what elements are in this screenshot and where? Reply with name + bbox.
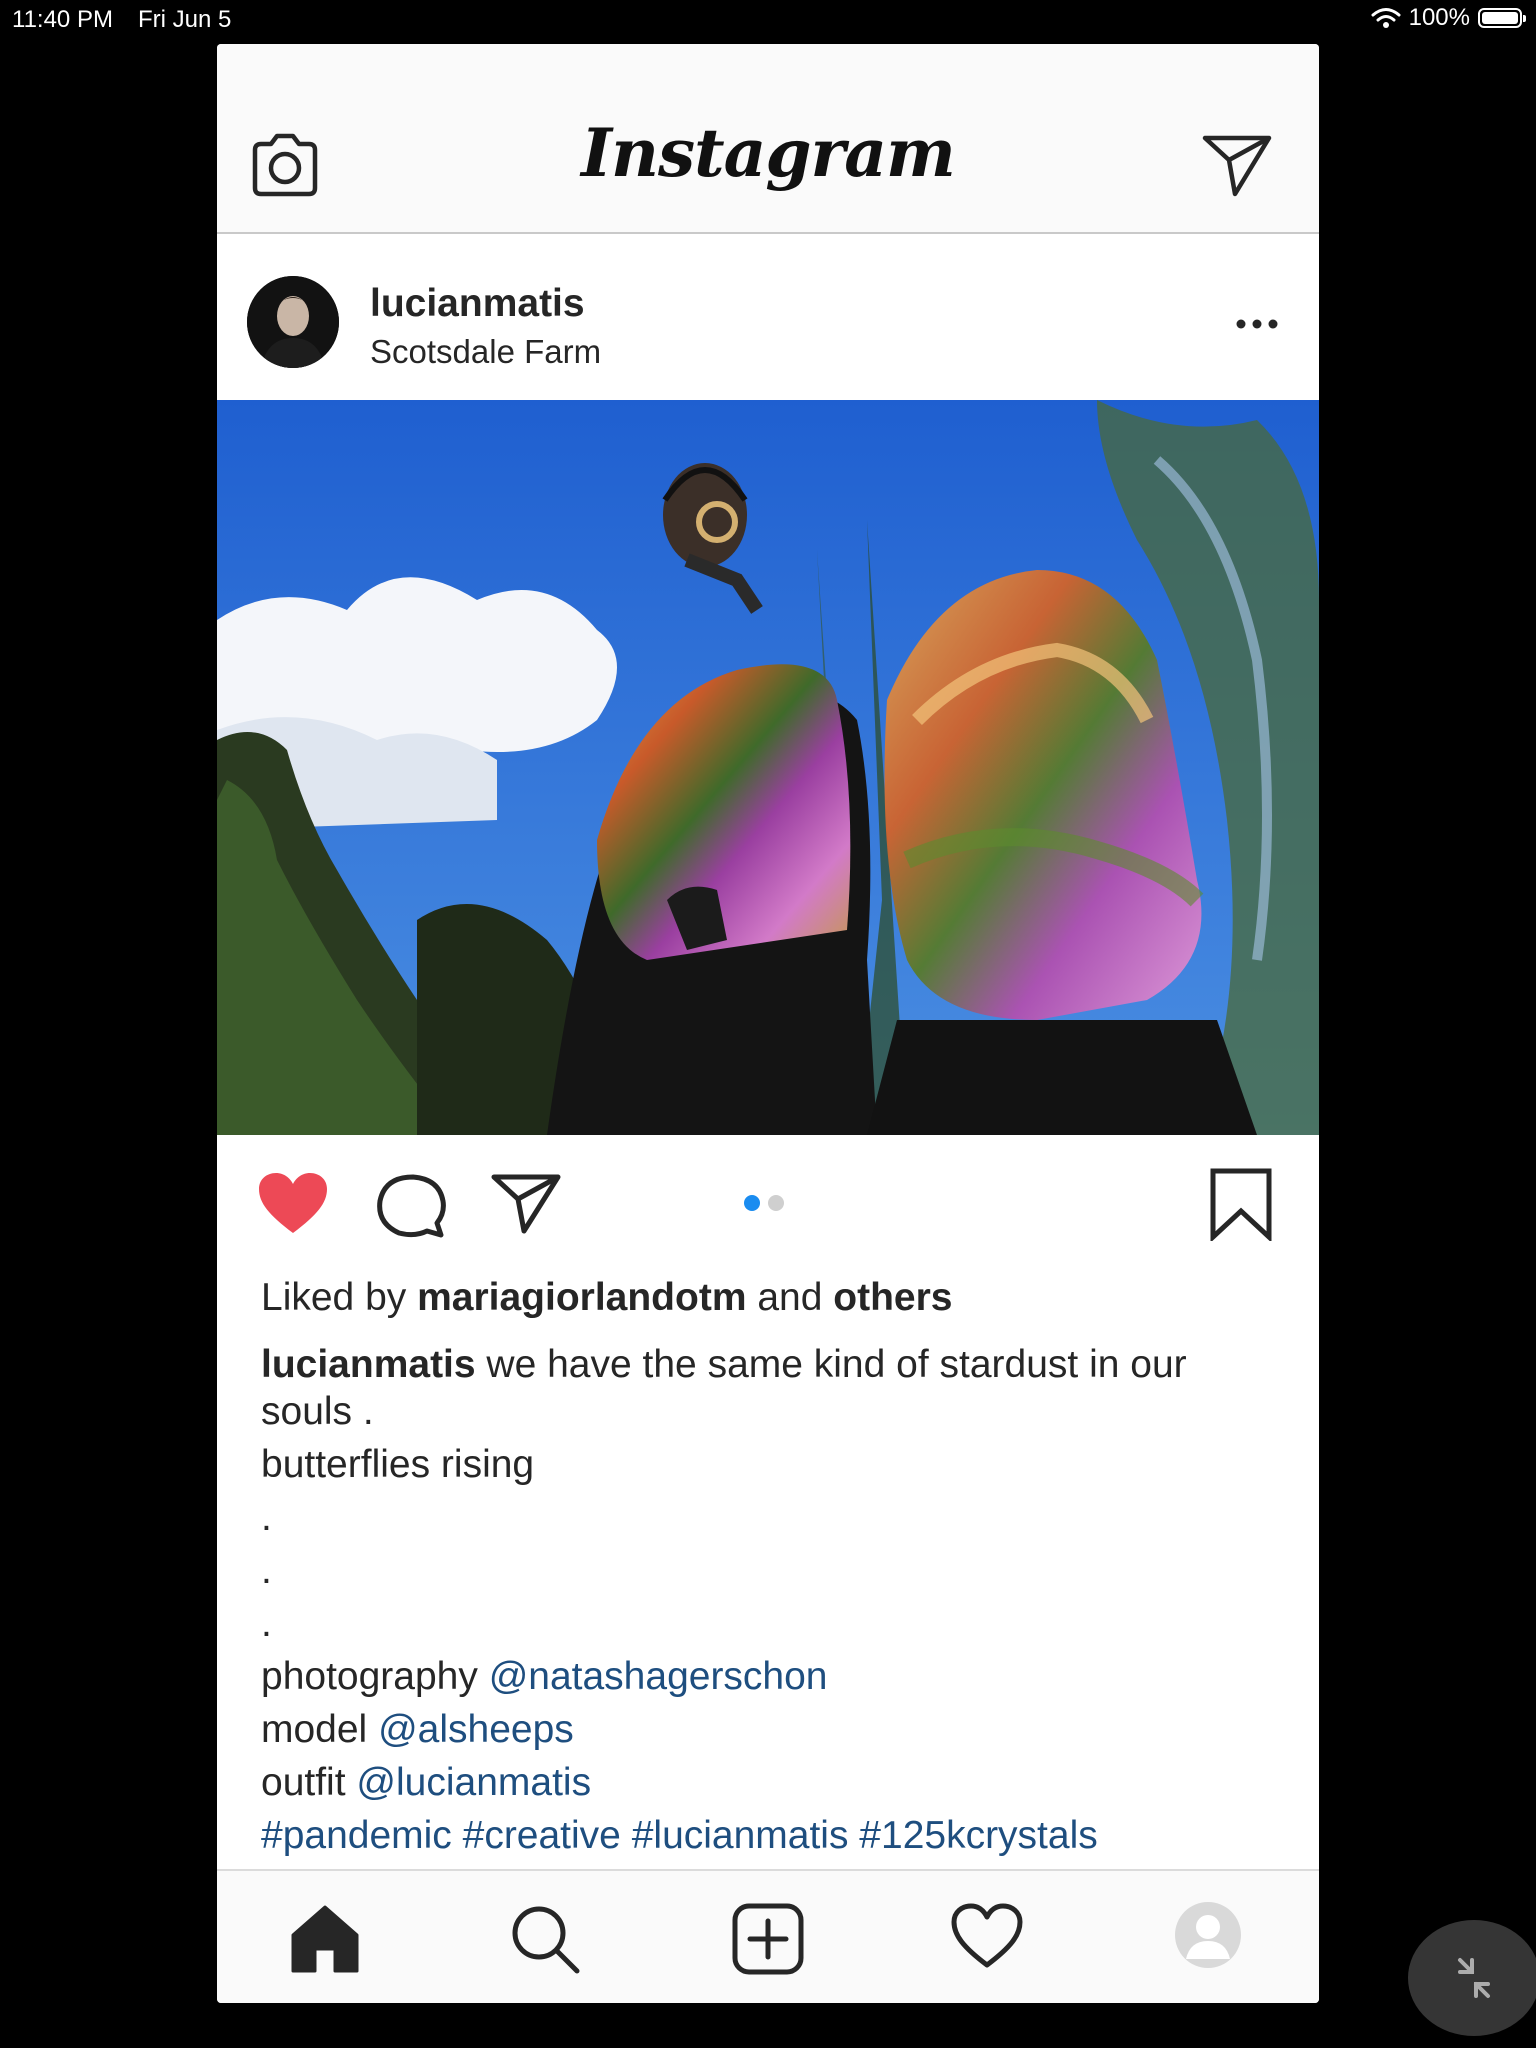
app-frame: Instagram lucianmatis Scotsdale Farm Lik… xyxy=(217,44,1319,2003)
share-icon[interactable] xyxy=(490,1171,562,1235)
credit-line: outfit @lucianmatis xyxy=(261,1759,1281,1806)
status-indicators: 100% xyxy=(1371,4,1526,32)
post-location[interactable]: Scotsdale Farm xyxy=(370,333,601,371)
new-post-icon[interactable] xyxy=(732,1903,804,1975)
bookmark-icon[interactable] xyxy=(1209,1167,1273,1241)
battery-fill xyxy=(1482,12,1518,24)
post-actions xyxy=(217,1135,1319,1255)
likes-line: Liked by mariagiorlandotm and others xyxy=(261,1274,1281,1321)
post-image[interactable] xyxy=(217,400,1319,1135)
hashtags[interactable]: #pandemic #creative #lucianmatis #125kcr… xyxy=(261,1812,1281,1859)
battery-icon xyxy=(1478,8,1526,28)
caption-line: . xyxy=(261,1496,272,1539)
status-time: 11:40 PM xyxy=(12,6,113,33)
caption-username[interactable]: lucianmatis xyxy=(261,1343,476,1386)
credit-label: photography xyxy=(261,1655,478,1698)
battery-percent: 100% xyxy=(1408,4,1470,31)
exit-fullscreen-icon xyxy=(1458,1958,1490,1998)
post-caption-area: Liked by mariagiorlandotm and others luc… xyxy=(261,1274,1281,1859)
caption-text: we have the same kind of stardust in our xyxy=(486,1343,1187,1386)
direct-message-icon[interactable] xyxy=(1201,132,1273,198)
credit-label: model xyxy=(261,1708,368,1751)
credit-label: outfit xyxy=(261,1761,346,1804)
search-icon[interactable] xyxy=(509,1903,581,1975)
exit-fullscreen-button[interactable] xyxy=(1408,1920,1536,2036)
credit-line: photography @natashagerschon xyxy=(261,1653,1281,1700)
post-header: lucianmatis Scotsdale Farm xyxy=(217,234,1319,400)
status-date: Fri Jun 5 xyxy=(138,6,232,33)
bottom-nav xyxy=(217,1869,1319,2003)
caption-line: lucianmatis we have the same kind of sta… xyxy=(261,1341,1281,1388)
liked-by-prefix: Liked by xyxy=(261,1276,407,1319)
avatar[interactable] xyxy=(247,276,339,368)
heart-icon[interactable] xyxy=(257,1171,329,1235)
credit-handle[interactable]: @natashagerschon xyxy=(489,1655,828,1698)
instagram-logo: Instagram xyxy=(581,114,956,192)
credit-handle[interactable]: @lucianmatis xyxy=(356,1761,591,1804)
comment-icon[interactable] xyxy=(375,1171,447,1239)
status-bar: 11:40 PM Fri Jun 5 100% xyxy=(0,0,1536,40)
caption-line: souls . xyxy=(261,1390,374,1433)
liked-by-and: and xyxy=(757,1276,823,1319)
carousel-dot xyxy=(768,1195,784,1211)
carousel-indicator xyxy=(744,1195,784,1211)
credit-line: model @alsheeps xyxy=(261,1706,1281,1753)
post-username[interactable]: lucianmatis xyxy=(370,282,585,326)
caption-line: . xyxy=(261,1602,272,1645)
wifi-icon xyxy=(1371,8,1401,28)
credit-handle[interactable]: @alsheeps xyxy=(378,1708,574,1751)
liked-by-others[interactable]: others xyxy=(833,1276,952,1319)
caption-line: . xyxy=(261,1549,272,1592)
more-options-icon[interactable] xyxy=(1229,304,1285,344)
caption-line: butterflies rising xyxy=(261,1443,535,1486)
liked-by-user[interactable]: mariagiorlandotm xyxy=(417,1276,746,1319)
home-icon[interactable] xyxy=(289,1903,361,1973)
profile-icon[interactable] xyxy=(1174,1901,1242,1969)
carousel-dot-active xyxy=(744,1195,760,1211)
activity-icon[interactable] xyxy=(951,1903,1023,1969)
top-bar: Instagram xyxy=(217,44,1319,234)
